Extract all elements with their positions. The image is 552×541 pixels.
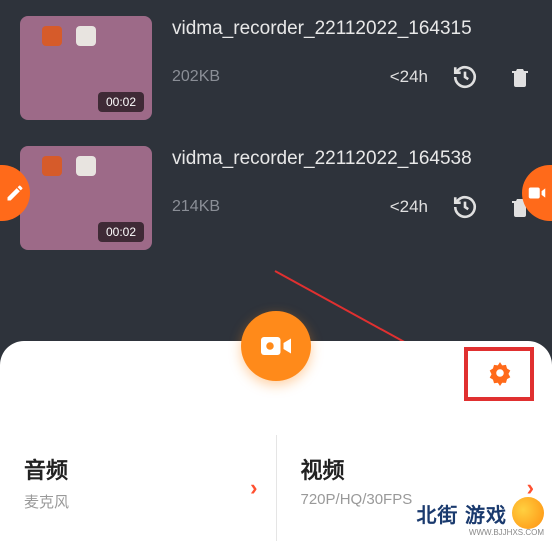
audio-title: 音频 <box>24 453 252 485</box>
record-button[interactable] <box>241 311 311 381</box>
settings-button[interactable] <box>486 359 514 387</box>
recording-thumbnail[interactable]: 00:02 <box>20 146 152 250</box>
recording-item[interactable]: 00:02 vidma_recorder_22112022_164538 214… <box>20 146 532 250</box>
audio-option[interactable]: 音频 麦克风 › <box>0 435 276 541</box>
recording-title: vidma_recorder_22112022_164538 <box>172 146 532 172</box>
recordings-list: 00:02 vidma_recorder_22112022_164315 202… <box>0 0 552 250</box>
recording-size: 202KB <box>172 68 220 86</box>
recording-title: vidma_recorder_22112022_164315 <box>172 16 532 42</box>
video-title: 视频 <box>301 453 529 485</box>
recording-age: <24h <box>390 67 428 87</box>
duration-badge: 00:02 <box>98 222 144 242</box>
recording-size: 214KB <box>172 198 220 216</box>
watermark: 北街 游戏 WWW.BJJHXS.COM <box>416 497 544 529</box>
history-icon[interactable] <box>452 194 478 220</box>
recording-age: <24h <box>390 197 428 217</box>
bottom-control-panel: 音频 麦克风 › 视频 720P/HQ/30FPS › 北街 游戏 WWW.BJ… <box>0 341 552 541</box>
audio-subtitle: 麦克风 <box>24 491 252 512</box>
history-icon[interactable] <box>452 64 478 90</box>
duration-badge: 00:02 <box>98 92 144 112</box>
delete-icon[interactable] <box>508 64 532 90</box>
chevron-right-icon: › <box>250 475 257 501</box>
recording-thumbnail[interactable]: 00:02 <box>20 16 152 120</box>
recording-item[interactable]: 00:02 vidma_recorder_22112022_164315 202… <box>20 16 532 120</box>
